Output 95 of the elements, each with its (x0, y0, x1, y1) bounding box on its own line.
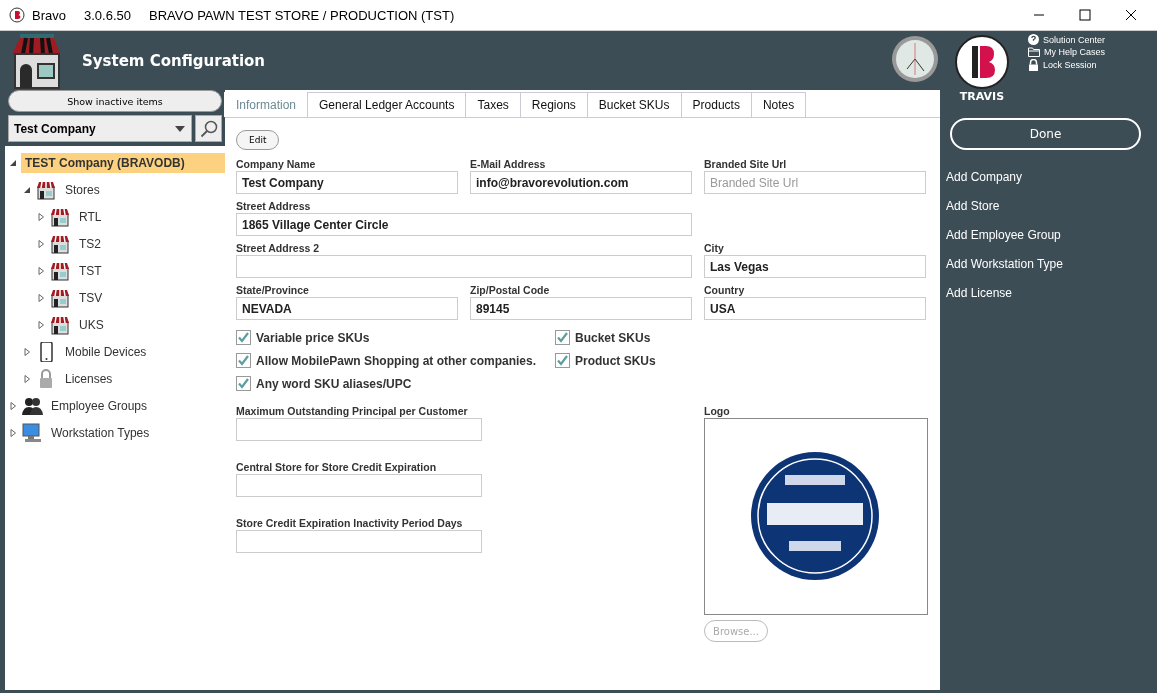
tree-item[interactable]: Mobile Devices (61, 341, 151, 362)
field-label: Zip/Postal Code (470, 284, 551, 296)
field-label: Logo (704, 405, 731, 417)
app-version: 3.0.6.50 (83, 7, 131, 23)
checkbox-label: Bucket SKUs (575, 330, 651, 345)
header-link[interactable]: Solution Center (1043, 34, 1106, 45)
field-label: Street Address 2 (236, 242, 321, 254)
edit-button[interactable]: Edit (236, 130, 280, 150)
tree-item[interactable]: TEST Company (BRAVODB) (21, 152, 225, 173)
tree-item[interactable]: TS2 (75, 233, 105, 254)
action-link[interactable]: Add Workstation Type (946, 257, 1141, 271)
header-link[interactable]: Lock Session (1043, 60, 1097, 70)
collapsed-caret-icon[interactable] (37, 320, 45, 329)
input-field[interactable]: USA (704, 297, 926, 320)
store-icon (49, 206, 71, 227)
field-label: City (704, 242, 725, 254)
input-field[interactable]: info@bravorevolution.com (470, 171, 692, 194)
collapsed-caret-icon[interactable] (23, 347, 31, 356)
checkbox[interactable] (555, 330, 570, 345)
input-field[interactable]: 89145 (470, 297, 692, 320)
search-button[interactable] (195, 115, 222, 142)
people-icon (21, 395, 43, 416)
tree-item[interactable]: TST (75, 260, 106, 281)
help-icon (1028, 34, 1039, 45)
search-icon (199, 119, 218, 138)
collapsed-caret-icon[interactable] (37, 239, 45, 248)
input-field[interactable] (236, 418, 482, 441)
checkbox[interactable] (236, 376, 251, 391)
field-label: State/Province (236, 284, 310, 296)
field-label: Company Name (236, 158, 317, 170)
collapsed-caret-icon[interactable] (37, 266, 45, 275)
action-link[interactable]: Add License (946, 286, 1141, 300)
checkbox[interactable] (236, 330, 251, 345)
expanded-caret-icon[interactable] (9, 158, 17, 167)
maximize-icon[interactable] (1079, 9, 1091, 21)
tab[interactable]: Notes (750, 92, 807, 117)
folder-icon (1028, 47, 1040, 57)
field-label: E-Mail Address (470, 158, 547, 170)
action-link[interactable]: Add Employee Group (946, 228, 1141, 242)
field-label: Country (704, 284, 746, 296)
input-field[interactable] (236, 530, 482, 553)
app-name: Bravo (32, 7, 66, 23)
checkbox-label: Variable price SKUs (256, 330, 370, 345)
company-dropdown[interactable]: Test Company (8, 115, 192, 142)
store-icon (35, 179, 57, 200)
collapsed-caret-icon[interactable] (37, 212, 45, 221)
input-field[interactable]: Test Company (236, 171, 458, 194)
collapsed-caret-icon[interactable] (23, 374, 31, 383)
close-icon[interactable] (1125, 9, 1137, 21)
dropdown-caret-icon[interactable] (175, 125, 185, 132)
input-field[interactable]: Branded Site Url (704, 171, 926, 194)
store-icon (49, 233, 71, 254)
field-label: Street Address (236, 200, 312, 212)
action-link[interactable]: Add Store (946, 199, 1141, 213)
expanded-caret-icon[interactable] (23, 185, 31, 194)
checkbox-label: Any word SKU aliases/UPC (256, 376, 412, 391)
tree-item[interactable]: TSV (75, 287, 107, 308)
input-field[interactable]: Las Vegas (704, 255, 926, 278)
tree-item[interactable]: Licenses (61, 368, 117, 389)
user-logo-icon (954, 34, 1010, 90)
field-label: Branded Site Url (704, 158, 788, 170)
field-label: Maximum Outstanding Principal per Customer (236, 405, 469, 417)
done-button[interactable]: Done (950, 118, 1141, 150)
store-icon (49, 314, 71, 335)
checkbox[interactable] (236, 353, 251, 368)
input-field[interactable] (236, 474, 482, 497)
checkbox[interactable] (555, 353, 570, 368)
tree-item[interactable]: Workstation Types (47, 422, 154, 443)
collapsed-caret-icon[interactable] (37, 293, 45, 302)
clock-icon (891, 35, 939, 83)
store-icon (49, 260, 71, 281)
computer-icon (21, 422, 43, 443)
user-name: TRAVIS (959, 90, 1005, 103)
page-title: System Configuration (82, 51, 266, 70)
input-field[interactable] (236, 255, 692, 278)
action-link[interactable]: Add Company (946, 170, 1141, 184)
input-field[interactable]: NEVADA (236, 297, 458, 320)
collapsed-caret-icon[interactable] (9, 428, 17, 437)
field-label: Central Store for Store Credit Expiration (236, 461, 438, 473)
app-logo-icon (9, 7, 25, 23)
tree-item[interactable]: Employee Groups (47, 395, 152, 416)
input-field[interactable]: 1865 Village Center Circle (236, 213, 692, 236)
field-label: Store Credit Expiration Inactivity Period Days (236, 517, 464, 529)
lock-icon (1028, 59, 1039, 71)
tree-item[interactable]: Stores (61, 179, 104, 200)
tree-item[interactable]: RTL (75, 206, 106, 227)
storefront-icon (10, 31, 62, 90)
checkbox-label: Allow MobilePawn Shopping at other companies. (256, 353, 537, 368)
window-title: BRAVO PAWN TEST STORE / PRODUCTION (TST) (148, 7, 455, 23)
header-link[interactable]: My Help Cases (1044, 47, 1106, 57)
tree-item[interactable]: UKS (75, 314, 108, 335)
store-icon (49, 287, 71, 308)
collapsed-caret-icon[interactable] (9, 401, 17, 410)
checkbox-label: Product SKUs (575, 353, 656, 368)
tab[interactable]: General Ledger Accounts (307, 92, 467, 117)
